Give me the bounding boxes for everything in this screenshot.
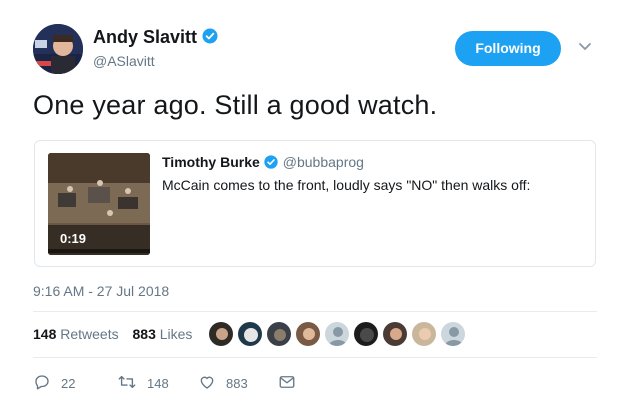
liker-avatar[interactable] [237,321,263,347]
liker-avatar[interactable] [411,321,437,347]
tweet-stats: 148 Retweets 883 Likes [33,326,192,342]
reply-button[interactable]: 22 [33,372,75,394]
heart-icon [198,373,226,394]
liker-avatar[interactable] [353,321,379,347]
divider [33,311,597,312]
tweet-timestamp[interactable]: 9:16 AM - 27 Jul 2018 [33,283,169,299]
liker-avatar[interactable] [295,321,321,347]
author-name[interactable]: Andy Slavitt [93,27,219,50]
reply-icon [33,373,61,394]
retweet-icon [117,373,147,394]
following-button[interactable]: Following [455,31,561,66]
likes-label: Likes [159,326,193,342]
envelope-icon [278,373,306,394]
tweet-text: One year ago. Still a good watch. [33,90,438,120]
retweet-button[interactable]: 148 [117,372,169,394]
quoted-author-name[interactable]: Timothy Burke [162,154,260,170]
likes-stat[interactable]: 883 Likes [133,326,193,342]
author-handle[interactable]: @ASlavitt [93,53,155,69]
verified-badge-icon [263,154,279,173]
like-button[interactable]: 883 [198,372,248,394]
reply-count: 22 [61,375,76,391]
liker-avatar[interactable] [208,321,234,347]
divider [33,357,597,358]
liker-avatar[interactable] [440,321,466,347]
liker-avatar[interactable] [324,321,350,347]
tweet-actions: 22 148 883 [33,372,333,394]
video-thumbnail[interactable]: 0:19 [48,153,150,255]
tweet-header: Andy Slavitt @ASlavitt Following [0,0,620,80]
quoted-author[interactable]: Timothy Burke @bubbaprog [162,154,364,173]
verified-badge-icon [201,27,219,50]
author-avatar[interactable] [33,24,83,74]
author-name-text[interactable]: Andy Slavitt [93,27,197,47]
retweets-label: Retweets [60,326,119,342]
quoted-author-handle[interactable]: @bubbaprog [283,154,364,170]
liker-avatar[interactable] [382,321,408,347]
retweets-stat[interactable]: 148 Retweets [33,326,119,342]
chevron-down-icon[interactable] [578,39,592,57]
retweets-count: 148 [33,326,57,342]
quoted-tweet-text: McCain comes to the front, loudly says "… [162,177,531,193]
quoted-tweet[interactable]: 0:19 Timothy Burke @bubbaprog McCain com… [34,140,596,267]
likes-count: 883 [132,326,156,342]
direct-message-button[interactable] [278,372,306,394]
liker-avatar[interactable] [266,321,292,347]
retweet-count: 148 [147,375,169,391]
like-count: 883 [226,375,248,391]
video-duration: 0:19 [60,231,87,246]
